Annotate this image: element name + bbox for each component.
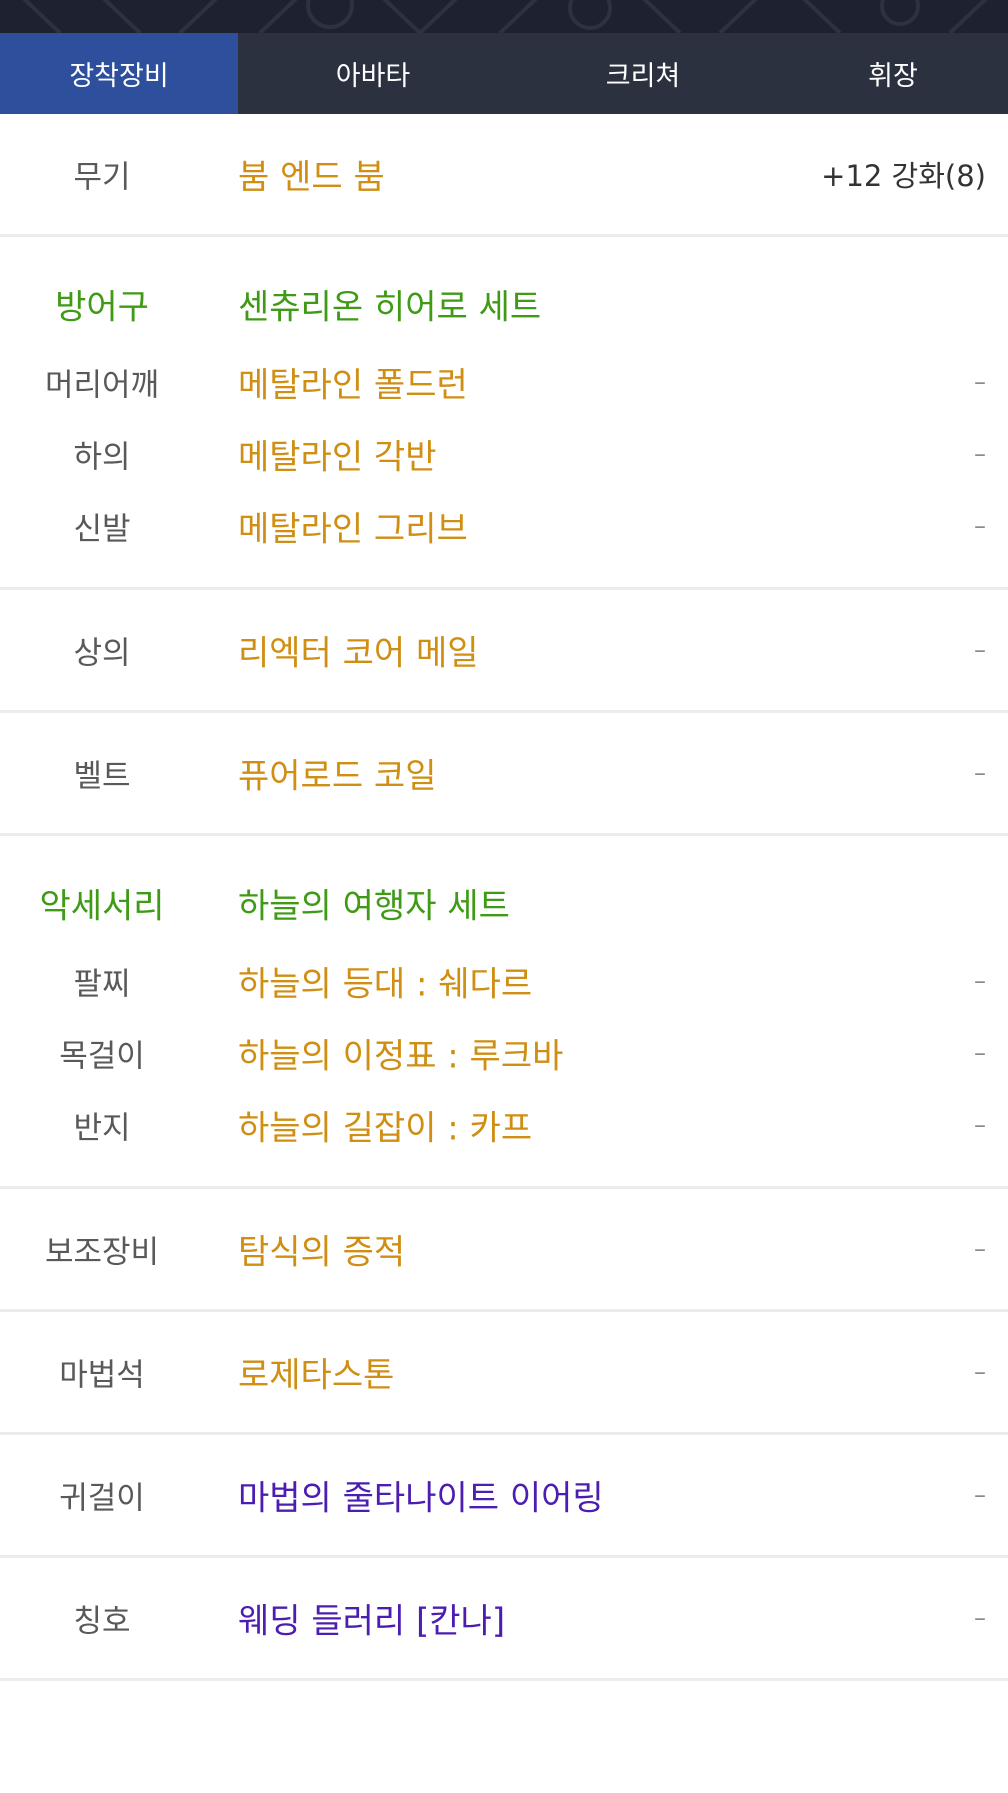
enhance-level: – [974,512,986,540]
title-section: 칭호 웨딩 들러리 [칸나] – [0,1558,1008,1681]
accessory-section: 악세서리 하늘의 여행자 세트 팔찌 하늘의 등대 : 쉐다르 – 목걸이 하늘… [0,836,1008,1189]
slot-label: 목걸이 [59,1038,145,1075]
equipment-row-sub[interactable]: 보조장비 탐식의 증적 – [0,1189,1008,1309]
armor-section: 방어구 센츄리온 히어로 세트 머리어깨 메탈라인 폴드런 – 하의 메탈라인 … [0,237,1008,590]
item-name: 탐식의 증적 [238,1232,406,1273]
item-name: 리엑터 코어 메일 [238,633,479,674]
enhance-level: – [974,1039,986,1067]
tab-equipment[interactable]: 장착장비 [0,33,238,114]
category-label: 악세서리 [39,886,165,927]
enhance-level: +12 강화(8) [821,159,986,193]
slot-label: 귀걸이 [59,1480,145,1517]
set-name: 센츄리온 히어로 세트 [238,287,542,328]
item-name: 로제타스톤 [238,1355,395,1396]
equipment-row-title[interactable]: 칭호 웨딩 들러리 [칸나] – [0,1558,1008,1678]
tab-emblem[interactable]: 휘장 [778,33,1008,114]
equipment-row-necklace[interactable]: 목걸이 하늘의 이정표 : 루크바 – [0,1017,1008,1089]
weapon-section: 무기 붐 엔드 붐 +12 강화(8) [0,114,1008,237]
slot-label: 반지 [73,1110,131,1147]
equipment-row-weapon[interactable]: 무기 붐 엔드 붐 +12 강화(8) [0,114,1008,234]
slot-label: 하의 [73,439,131,476]
enhance-level: – [974,368,986,396]
set-name: 하늘의 여행자 세트 [238,886,510,927]
slot-label: 머리어깨 [44,367,160,404]
slot-label: 무기 [73,159,131,196]
enhance-level: – [974,759,986,787]
item-name: 마법의 줄타나이트 이어링 [238,1478,604,1519]
item-name: 웨딩 들러리 [칸나] [238,1601,506,1642]
set-header-row: 악세서리 하늘의 여행자 세트 [0,861,1008,945]
item-name: 하늘의 등대 : 쉐다르 [238,964,533,1005]
slot-label: 팔찌 [73,966,131,1003]
enhance-level: – [974,1604,986,1632]
tab-bar: 장착장비 아바타 크리쳐 휘장 [0,33,1008,114]
enhance-level: – [974,440,986,468]
item-name: 메탈라인 그리브 [238,509,468,550]
top-section: 상의 리엑터 코어 메일 – [0,590,1008,713]
set-header-row: 방어구 센츄리온 히어로 세트 [0,262,1008,346]
enhance-level: – [974,636,986,664]
pattern-decoration [22,0,988,33]
tab-creature[interactable]: 크리쳐 [508,33,778,114]
enhance-level: – [974,967,986,995]
header-banner [0,0,1008,33]
slot-label: 벨트 [73,758,131,795]
equipment-row-belt[interactable]: 벨트 퓨어로드 코일 – [0,713,1008,833]
earring-section: 귀걸이 마법의 줄타나이트 이어링 – [0,1435,1008,1558]
equipment-row-pants[interactable]: 하의 메탈라인 각반 – [0,418,1008,490]
belt-section: 벨트 퓨어로드 코일 – [0,713,1008,836]
equipment-row-magic-stone[interactable]: 마법석 로제타스톤 – [0,1312,1008,1432]
slot-label: 상의 [73,635,131,672]
enhance-level: – [974,1358,986,1386]
equipment-row-bracelet[interactable]: 팔찌 하늘의 등대 : 쉐다르 – [0,945,1008,1017]
slot-label: 칭호 [73,1603,131,1640]
equipment-row-ring[interactable]: 반지 하늘의 길잡이 : 카프 – [0,1089,1008,1161]
slot-label: 신발 [73,511,131,548]
slot-label: 보조장비 [44,1234,160,1271]
item-name: 메탈라인 폴드런 [238,365,468,406]
equipment-row-shoes[interactable]: 신발 메탈라인 그리브 – [0,490,1008,562]
item-name: 붐 엔드 붐 [238,157,385,198]
item-name: 메탈라인 각반 [238,437,437,478]
equipment-row-top[interactable]: 상의 리엑터 코어 메일 – [0,590,1008,710]
equipment-row-shoulder[interactable]: 머리어깨 메탈라인 폴드런 – [0,346,1008,418]
sub-equipment-section: 보조장비 탐식의 증적 – [0,1189,1008,1312]
enhance-level: – [974,1235,986,1263]
equipment-row-earring[interactable]: 귀걸이 마법의 줄타나이트 이어링 – [0,1435,1008,1555]
tab-avatar[interactable]: 아바타 [238,33,508,114]
enhance-level: – [974,1111,986,1139]
item-name: 퓨어로드 코일 [238,756,437,797]
slot-label: 마법석 [59,1357,145,1394]
item-name: 하늘의 이정표 : 루크바 [238,1036,564,1077]
magic-stone-section: 마법석 로제타스톤 – [0,1312,1008,1435]
enhance-level: – [974,1481,986,1509]
category-label: 방어구 [55,287,149,328]
item-name: 하늘의 길잡이 : 카프 [238,1108,533,1149]
